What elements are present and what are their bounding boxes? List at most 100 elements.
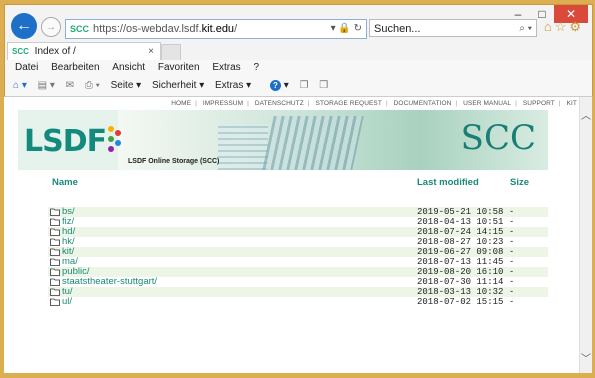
nav-storage-request[interactable]: STORAGE REQUEST [316, 100, 382, 107]
print-icon[interactable]: ⎙ ▾ [85, 80, 100, 91]
entry-name-link[interactable]: ul/ [62, 297, 72, 307]
vertical-scrollbar[interactable]: ︿ ﹀ [579, 97, 592, 373]
scc-logo[interactable]: SCC [461, 118, 536, 158]
entry-modified: 2018-03-13 10:32 [417, 287, 504, 297]
forward-button[interactable]: → [41, 17, 61, 37]
search-controls: ⌕ ▾ [519, 20, 532, 38]
folder-icon [50, 278, 60, 286]
nav-impressum[interactable]: IMPRESSUM [203, 100, 243, 107]
mail-icon[interactable]: ✉ [66, 80, 74, 91]
search-placeholder: Suchen... [374, 23, 421, 35]
search-icon[interactable]: ⌕ [519, 23, 525, 34]
site-banner: LSDF LSDF Online Storage (SCC) SCC [18, 110, 548, 170]
table-row: ma/2018-07-13 11:45- [48, 257, 548, 267]
toolbar-seite[interactable]: Seite ▾ [111, 80, 142, 91]
entry-modified: 2018-07-30 11:14 [417, 277, 504, 287]
dropdown-icon[interactable]: ▾ [331, 23, 336, 34]
search-input[interactable]: Suchen... ⌕ ▾ [369, 19, 537, 37]
folder-icon [50, 268, 60, 276]
nav-documentation[interactable]: DOCUMENTATION [394, 100, 452, 107]
research-icon[interactable]: ❐ [300, 80, 309, 91]
table-row: tu/2018-03-13 10:32- [48, 287, 548, 297]
entry-modified: 2019-05-21 10:58 [417, 207, 504, 217]
nav-user-manual[interactable]: USER MANUAL [463, 100, 511, 107]
menu-ansicht[interactable]: Ansicht [112, 62, 145, 73]
address-url: https://os-webdav.lsdf.kit.edu/ [93, 23, 238, 35]
building-graphic [218, 124, 268, 170]
column-name[interactable]: Name [52, 177, 78, 188]
nav-kit[interactable]: KIT [567, 100, 577, 107]
lock-icon[interactable]: 🔒 [338, 23, 350, 34]
back-button[interactable]: ← [11, 13, 37, 39]
help-icon[interactable]: ? ▾ [262, 80, 289, 91]
nav-support[interactable]: SUPPORT [523, 100, 555, 107]
entry-size: - [510, 296, 514, 307]
table-row: bs/2019-05-21 10:58- [48, 207, 548, 217]
title-address-bar: – □ ✕ ← → SCC https://os-webdav.lsdf.kit.… [4, 4, 593, 42]
folder-icon [50, 248, 60, 256]
home-icon[interactable]: ⌂ ▾ [13, 80, 27, 91]
building-graphic [262, 116, 364, 170]
entry-name-link[interactable]: staatstheater-stuttgart/ [62, 277, 157, 287]
lsdf-logo[interactable]: LSDF [24, 124, 107, 159]
folder-icon [50, 208, 60, 216]
gear-icon[interactable]: ⚙ [569, 19, 584, 34]
folder-icon [50, 258, 60, 266]
directory-listing: Name Last modified Size bs/2019-05-21 10… [48, 177, 548, 307]
address-controls: ▾ 🔒 ↻ [331, 20, 362, 38]
entry-modified: 2019-08-20 16:10 [417, 267, 504, 277]
table-row: staatstheater-stuttgart/2018-07-30 11:14… [48, 277, 548, 287]
banner-subtitle: LSDF Online Storage (SCC) [128, 158, 220, 165]
entry-modified: 2018-07-24 14:15 [417, 227, 504, 237]
page-content: HOME | IMPRESSUM | DATENSCHUTZ | STORAGE RE… [4, 97, 579, 373]
menu-datei[interactable]: Datei [15, 62, 38, 73]
column-size[interactable]: Size [510, 177, 529, 188]
folder-icon [50, 288, 60, 296]
refresh-icon[interactable]: ↻ [354, 23, 362, 34]
table-row: hk/2018-08-27 10:23- [48, 237, 548, 247]
toolbar-extras[interactable]: Extras ▾ [215, 80, 251, 91]
feeds-icon[interactable]: ▤ ▾ [38, 80, 55, 91]
folder-icon [50, 228, 60, 236]
listing-rows: bs/2019-05-21 10:58- fiz/2018-04-13 10:51… [48, 207, 548, 307]
menu-help[interactable]: ? [253, 62, 259, 73]
tab-index[interactable]: SCC Index of / × [7, 42, 161, 60]
listing-header: Name Last modified Size [48, 177, 548, 193]
entry-modified: 2018-07-02 15:15 [417, 297, 504, 307]
menu-bar: Datei Bearbeiten Ansicht Favoriten Extra… [4, 60, 593, 76]
arrow-left-icon: ← [16, 17, 32, 34]
entry-modified: 2018-04-13 10:51 [417, 217, 504, 227]
browser-window: – □ ✕ ← → SCC https://os-webdav.lsdf.kit.… [0, 0, 595, 378]
command-bar: ⌂ ▾ ▤ ▾ ✉ ⎙ ▾ Seite ▾ Sicherheit ▾ Extra… [4, 76, 593, 97]
folder-icon [50, 218, 60, 226]
menu-favoriten[interactable]: Favoriten [158, 62, 200, 73]
entry-modified: 2018-08-27 10:23 [417, 237, 504, 247]
star-icon[interactable]: ☆ [555, 19, 570, 34]
home-icon[interactable]: ⌂ [544, 19, 555, 34]
nav-home[interactable]: HOME [171, 100, 191, 107]
arrow-right-icon: → [45, 21, 57, 33]
column-last-modified[interactable]: Last modified [417, 177, 479, 188]
toolbar-sicherheit[interactable]: Sicherheit ▾ [152, 80, 204, 91]
chevron-up-icon[interactable]: ︿ [580, 107, 592, 122]
table-row: fiz/2018-04-13 10:51- [48, 217, 548, 227]
translate-icon[interactable]: ❒ [319, 80, 328, 91]
table-row: ul/2018-07-02 15:15- [48, 297, 548, 307]
chevron-down-icon[interactable]: ﹀ [580, 350, 592, 365]
nav-datenschutz[interactable]: DATENSCHUTZ [255, 100, 304, 107]
tab-favicon: SCC [12, 47, 29, 56]
address-bar[interactable]: SCC https://os-webdav.lsdf.kit.edu/ ▾ 🔒 ↻ [65, 19, 367, 39]
table-row: hd/2018-07-24 14:15- [48, 227, 548, 237]
menu-extras[interactable]: Extras [212, 62, 240, 73]
top-nav: HOME | IMPRESSUM | DATENSCHUTZ | STORAGE RE… [171, 100, 577, 107]
tab-title: Index of / [34, 46, 76, 57]
tab-close-icon[interactable]: × [148, 43, 154, 60]
new-tab-button[interactable] [161, 44, 181, 60]
chevron-down-icon[interactable]: ▾ [528, 23, 532, 34]
logo-dots-icon [108, 126, 122, 156]
tab-row: SCC Index of / × [4, 41, 593, 60]
browser-icons: ⌂☆⚙ [544, 19, 584, 35]
entry-modified: 2018-07-13 11:45 [417, 257, 504, 267]
menu-bearbeiten[interactable]: Bearbeiten [51, 62, 99, 73]
entry-modified: 2019-06-27 09:08 [417, 247, 504, 257]
